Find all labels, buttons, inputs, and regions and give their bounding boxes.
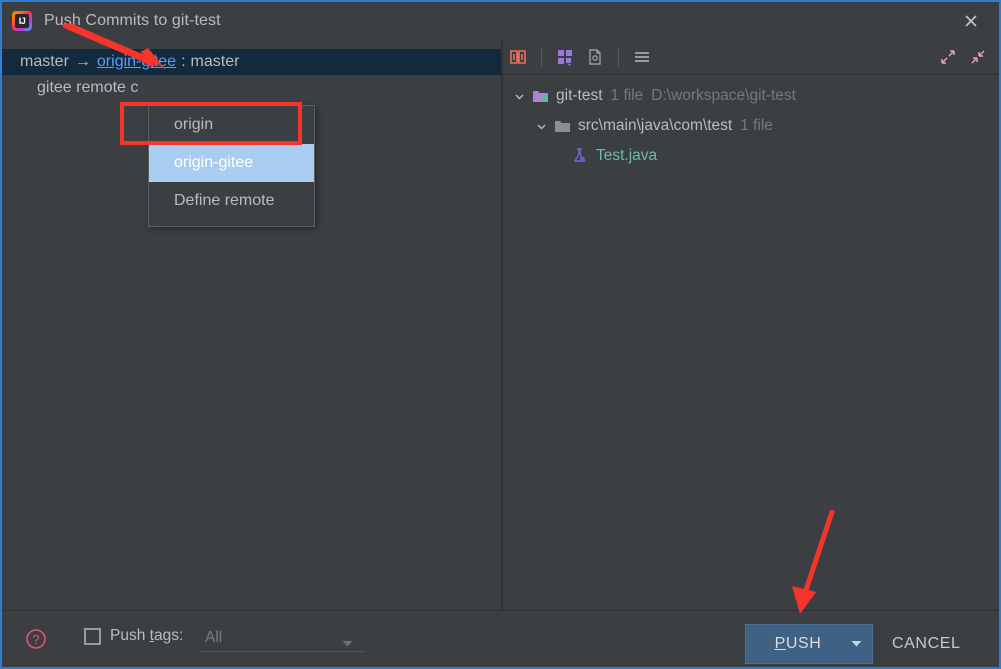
push-label-rest: USH xyxy=(785,635,822,652)
menu-item-label: origin-gitee xyxy=(174,154,254,171)
show-file-history-icon[interactable] xyxy=(580,44,610,70)
tree-row[interactable]: Test.java xyxy=(503,141,999,171)
expand-all-icon[interactable] xyxy=(933,44,963,70)
push-target-row[interactable]: master → origin-gitee : master xyxy=(2,49,501,75)
push-tags-text-before: Push xyxy=(110,627,150,644)
changed-files-pane: git-test 1 file D:\workspace\git-test sr… xyxy=(503,40,999,610)
commits-pane: master → origin-gitee : master gitee rem… xyxy=(2,40,501,610)
push-commits-dialog: IJ Push Commits to git-test master → ori… xyxy=(0,0,1001,669)
tree-node-name: src\main\java\com\test xyxy=(578,117,733,134)
menu-item-define-remote[interactable]: Define remote xyxy=(149,182,314,220)
tree-node-name: git-test xyxy=(556,87,603,104)
tree-row[interactable]: src\main\java\com\test 1 file xyxy=(503,111,999,141)
push-tags-checkbox[interactable] xyxy=(84,628,101,645)
files-toolbar xyxy=(503,40,999,75)
remote-branch-label: master xyxy=(190,53,240,70)
toolbar-separator xyxy=(541,48,542,66)
close-icon[interactable] xyxy=(949,4,993,38)
toolbar-separator xyxy=(618,48,619,66)
chevron-down-icon[interactable] xyxy=(511,88,527,104)
local-branch-label: master xyxy=(20,53,69,70)
svg-text:?: ? xyxy=(32,632,39,647)
toolbar-right-group xyxy=(933,40,993,74)
push-button-label: PUSH xyxy=(746,635,840,653)
java-test-file-icon xyxy=(571,147,589,165)
show-diff-icon[interactable] xyxy=(503,44,533,70)
tree-node-path: D:\workspace\git-test xyxy=(651,87,796,104)
tree-node-count: 1 file xyxy=(610,87,644,104)
chevron-down-icon[interactable] xyxy=(840,640,872,648)
push-mnemonic: P xyxy=(774,635,786,652)
push-tags-label[interactable]: Push tags: xyxy=(110,627,183,645)
cancel-button-label: CANCEL xyxy=(892,635,961,652)
module-folder-icon xyxy=(531,87,549,105)
tree-row[interactable]: git-test 1 file D:\workspace\git-test xyxy=(503,81,999,111)
commit-message: gitee remote c xyxy=(37,79,139,96)
push-tags-combo[interactable]: All xyxy=(201,626,363,652)
commit-list-item[interactable]: gitee remote c xyxy=(2,75,501,101)
combo-underline xyxy=(201,650,363,652)
dialog-title: Push Commits to git-test xyxy=(44,12,221,29)
collapse-all-icon[interactable] xyxy=(963,44,993,70)
menu-item-label: Define remote xyxy=(174,192,275,209)
remote-select-link[interactable]: origin-gitee xyxy=(97,53,176,71)
folder-icon xyxy=(553,117,571,135)
intellij-idea-icon: IJ xyxy=(12,11,32,31)
menu-item-origin[interactable]: origin xyxy=(149,106,314,144)
group-by-icon[interactable] xyxy=(550,44,580,70)
menu-item-label: origin xyxy=(174,116,214,133)
menu-item-origin-gitee[interactable]: origin-gitee xyxy=(149,144,314,182)
cancel-button[interactable]: CANCEL xyxy=(892,624,961,664)
chevron-down-icon[interactable] xyxy=(533,118,549,134)
dialog-bottom-bar: ? Push tags: All PUSH CANCEL xyxy=(2,610,999,667)
branch-separator: : xyxy=(181,53,186,70)
dialog-title-bar: IJ Push Commits to git-test xyxy=(2,2,999,40)
list-options-icon[interactable] xyxy=(627,44,657,70)
tree-node-name: Test.java xyxy=(596,147,658,164)
changed-files-tree: git-test 1 file D:\workspace\git-test sr… xyxy=(503,74,999,610)
help-circle-icon[interactable]: ? xyxy=(24,627,48,651)
tree-node-count: 1 file xyxy=(740,117,773,134)
remote-dropdown-menu: origin origin-gitee Define remote xyxy=(148,105,315,227)
push-button[interactable]: PUSH xyxy=(745,624,873,664)
push-tags-combo-value: All xyxy=(205,629,223,646)
push-tags-text-after: ags: xyxy=(153,627,184,644)
arrow-right-icon: → xyxy=(74,53,91,70)
